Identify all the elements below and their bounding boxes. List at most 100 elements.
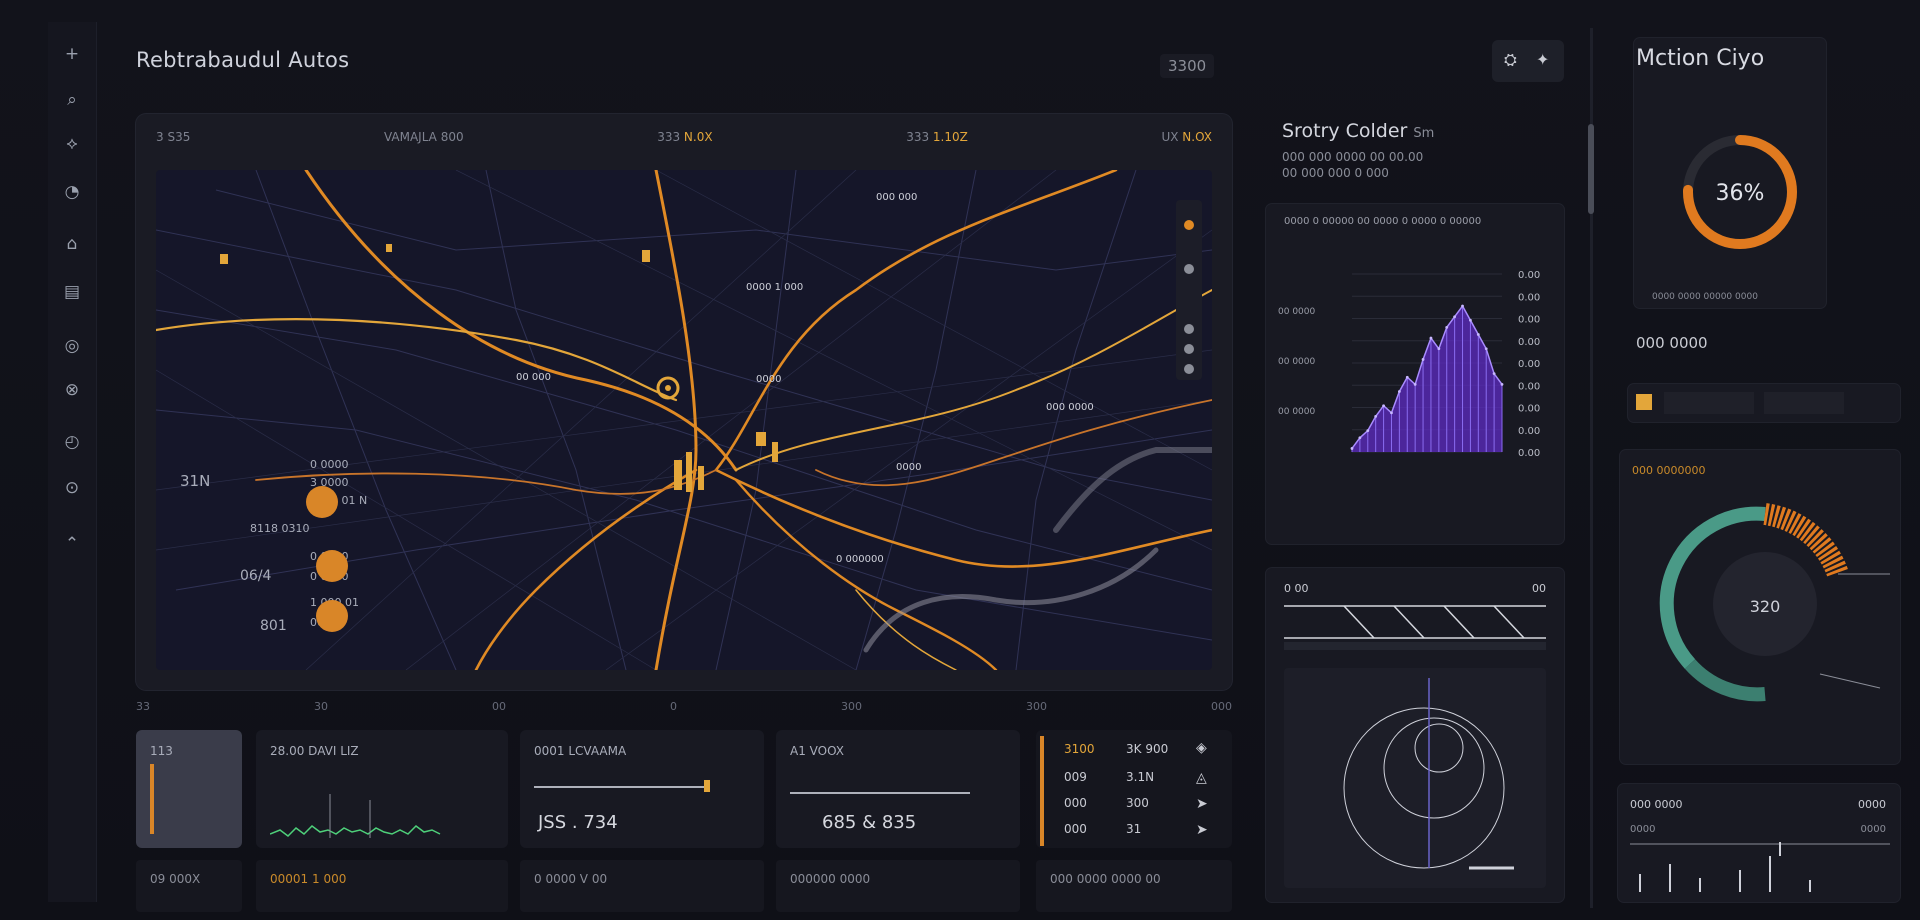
plus-icon[interactable]: +: [60, 42, 84, 66]
bottom-card[interactable]: 00001 1 000: [256, 860, 508, 912]
kpi-card[interactable]: 0001 LCVAAMA JSS . 734: [520, 730, 764, 848]
donut-chart: 320: [1659, 503, 1890, 702]
data-point: [1350, 447, 1354, 450]
list-icon[interactable]: ▤: [60, 280, 84, 304]
gauge-card[interactable]: Mction Ciyo 36% 0000 0000 00000 0000: [1634, 38, 1826, 308]
chevron-up-icon[interactable]: ⌃: [60, 532, 84, 556]
section-title: 000 0000: [1636, 334, 1708, 352]
send-icon[interactable]: ➤: [1196, 822, 1208, 838]
bottom-card[interactable]: 000000 0000: [776, 860, 1020, 912]
dashboard-window: + ⌕ ⟡ ◔ ⌂ ▤ ◎ ⊗ ◴ ⊙ ⌃ Rebtrabaudul Autos…: [0, 0, 1920, 920]
bottom-metric-card[interactable]: 000 0000 0000 0000 0000: [1618, 784, 1900, 902]
kpi-card[interactable]: 28.00 DAVI LIZ: [256, 730, 508, 848]
kpi-card[interactable]: 113: [136, 730, 242, 848]
data-point: [1413, 382, 1417, 386]
y-tick-label: 0.00: [1518, 292, 1540, 303]
map-tab[interactable]: UX N.OX: [1161, 130, 1212, 154]
section-heading: Srotry Colder Sm: [1282, 120, 1435, 142]
map-tab[interactable]: 333 1.10Z: [906, 130, 968, 154]
data-point: [1358, 436, 1362, 440]
tool-dot[interactable]: [1184, 264, 1194, 274]
y-tick-label: 0.00: [1518, 381, 1540, 392]
layers-icon[interactable]: ◎: [60, 334, 84, 358]
home-icon[interactable]: ⌂: [60, 232, 84, 256]
svg-text:00 000: 00 000: [516, 372, 551, 383]
location-icon[interactable]: ⊙: [60, 476, 84, 500]
nav-rail: + ⌕ ⟡ ◔ ⌂ ▤ ◎ ⊗ ◴ ⊙ ⌃: [48, 22, 97, 902]
page-title: Rebtrabaudul Autos: [136, 48, 350, 72]
kpi-progress-cap: [704, 780, 710, 792]
bottom-sparkline: [1630, 842, 1890, 892]
kpi-progress: [534, 786, 704, 788]
section-subline: 00 000 000 0 000: [1282, 166, 1389, 180]
data-point: [1429, 336, 1433, 340]
svg-text:000 0000: 000 0000: [1046, 402, 1094, 413]
top-badge[interactable]: 3300: [1160, 54, 1215, 78]
legend-value: 06/4: [240, 568, 272, 584]
donut-card[interactable]: 000 0000000 320: [1620, 450, 1900, 764]
svg-text:0000 1 000: 0000 1 000: [746, 282, 803, 293]
pin-icon[interactable]: ◬: [1196, 770, 1207, 786]
y-tick-label: 0.00: [1518, 404, 1540, 415]
legend-value: 801: [260, 618, 287, 634]
data-point: [1469, 318, 1472, 322]
data-point: [1492, 372, 1496, 376]
tool-dot[interactable]: [1184, 324, 1194, 334]
right-column: Mction Ciyo 36% 0000 0000 00000 0000 000…: [1618, 22, 1918, 902]
map-tabs: 3 S35 VAMAJLA 800 333 N.0X 333 1.10Z UX …: [156, 130, 1212, 154]
section-subline: 000 000 0000 00 00.00: [1282, 150, 1424, 164]
data-point: [1476, 333, 1480, 336]
data-point: [1382, 404, 1385, 408]
data-point: [1500, 382, 1504, 386]
link-icon[interactable]: ⟡: [60, 132, 84, 156]
route-map[interactable]: 0000 1 000 000 000 000 0000 0000 0 00000…: [156, 170, 1212, 670]
svg-text:000 000: 000 000: [876, 192, 917, 203]
y-tick-label: 0.00: [1518, 337, 1540, 348]
legend-dot: [306, 486, 338, 518]
data-point: [1461, 304, 1464, 308]
metric-strip[interactable]: [1628, 384, 1900, 422]
kpi-card[interactable]: A1 VOOX 685 & 835: [776, 730, 1020, 848]
radar-plot: [1284, 668, 1546, 888]
kpi-table: 3100 3K 900 009 3.1N 000 300 000 31 ◈ ◬ …: [1036, 730, 1232, 848]
middle-column: Srotry Colder Sm 000 000 0000 00 00.00 0…: [1266, 22, 1588, 902]
kpi-value: JSS . 734: [538, 812, 618, 833]
kpi-title: 0001 LCVAAMA: [534, 744, 627, 758]
bell-icon[interactable]: ◔: [60, 180, 84, 204]
svg-text:0 000000: 0 000000: [836, 554, 884, 565]
legend-item: 0 0000: [310, 458, 349, 471]
scrollbar[interactable]: [1588, 124, 1594, 214]
area-chart-card[interactable]: 0000 0 00000 00 0000 0 0000 0 00000 0.00…: [1266, 204, 1564, 544]
kpi-progress: [790, 792, 970, 794]
bottom-card[interactable]: 09 000X: [136, 860, 242, 912]
map-tab[interactable]: VAMAJLA 800: [384, 130, 464, 154]
eye-icon[interactable]: ◈: [1196, 740, 1207, 756]
y-tick-label: 0.00: [1518, 270, 1540, 281]
bottom-card[interactable]: 000 0000 0000 00: [1036, 860, 1232, 912]
map-tab[interactable]: 3 S35: [156, 130, 190, 154]
tool-dot[interactable]: [1184, 220, 1194, 230]
kpi-sparkline: [270, 794, 441, 838]
kpi-bar: [150, 764, 154, 834]
search-icon[interactable]: ⌕: [60, 88, 84, 112]
legend-value: 31N: [180, 472, 211, 490]
area-chart: 0.00 0.00 0.00 0.00 0.00 0.00 0.00 0.00 0.00 00 0…: [1278, 270, 1540, 459]
stripe-bar: [1284, 605, 1546, 650]
calendar-icon[interactable]: ◴: [60, 430, 84, 454]
data-point: [1437, 347, 1441, 351]
data-point: [1453, 315, 1457, 319]
share-icon[interactable]: ⊗: [60, 378, 84, 402]
kpi-title: 28.00 DAVI LIZ: [270, 744, 359, 758]
bottom-card[interactable]: 0 0000 V 00: [520, 860, 764, 912]
map-tab[interactable]: 333 N.0X: [657, 130, 712, 154]
tool-dot[interactable]: [1184, 364, 1194, 374]
arrow-icon[interactable]: ➤: [1196, 796, 1208, 812]
y-tick-label: 0.00: [1518, 426, 1540, 437]
data-point: [1366, 429, 1370, 433]
legend-dot: [316, 550, 348, 582]
y-tick-label: 0.00: [1518, 315, 1540, 326]
status-card[interactable]: 0 00 00 0000: [1266, 568, 1564, 902]
gauge-caption: 0000 0000 00000 0000: [1652, 292, 1758, 302]
chart-side-label: 00 0000: [1278, 357, 1315, 367]
tool-dot[interactable]: [1184, 344, 1194, 354]
